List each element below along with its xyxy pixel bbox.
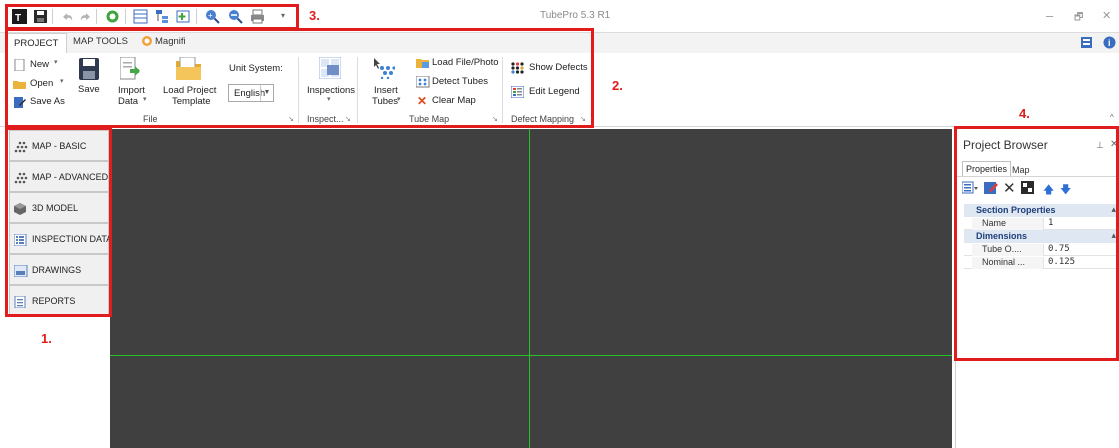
annotation-box-2: [5, 28, 594, 128]
collapse-ribbon-icon[interactable]: ^: [1110, 113, 1114, 122]
map-canvas[interactable]: [110, 129, 952, 448]
annotation-label-2: 2.: [612, 78, 623, 93]
crosshair-vertical-line: [529, 129, 530, 448]
annotation-box-3: [5, 4, 299, 30]
minimize-button[interactable]: –: [1046, 8, 1053, 23]
annotation-box-4: [954, 126, 1119, 361]
annotation-label-1: 1.: [41, 331, 52, 346]
close-button[interactable]: ✕: [1102, 9, 1111, 22]
info-icon[interactable]: i: [1103, 36, 1116, 52]
restore-button[interactable]: 🗗: [1074, 10, 1083, 27]
window-title: TubePro 5.3 R1: [540, 10, 611, 21]
svg-text:i: i: [1108, 38, 1111, 48]
help-document-icon[interactable]: [1080, 36, 1093, 52]
annotation-label-4: 4.: [1019, 106, 1030, 121]
crosshair-horizontal-line: [110, 355, 952, 356]
annotation-box-1: [5, 127, 112, 317]
annotation-label-3: 3.: [309, 8, 320, 23]
